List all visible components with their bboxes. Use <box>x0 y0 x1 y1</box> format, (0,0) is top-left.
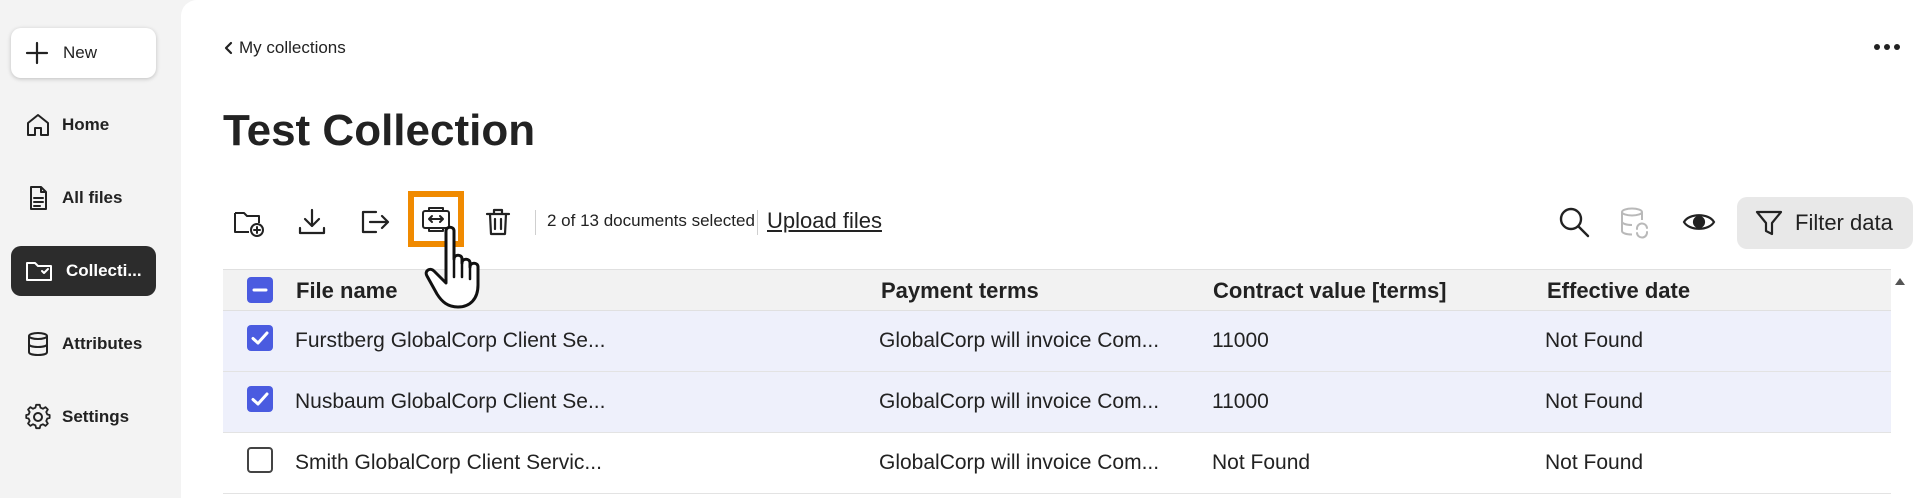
search-button[interactable] <box>1554 200 1594 244</box>
column-header-payment-terms[interactable]: Payment terms <box>881 278 1039 304</box>
column-header-contract-value[interactable]: Contract value [terms] <box>1213 278 1447 304</box>
compare-button[interactable] <box>408 191 464 247</box>
sidebar-item-label: Collecti... <box>66 261 142 280</box>
cell-file-name[interactable]: Furstberg GlobalCorp Client Se... <box>295 329 605 353</box>
toolbar-divider <box>757 210 758 235</box>
cell-effective-date: Not Found <box>1545 451 1644 474</box>
trash-icon <box>483 206 513 238</box>
more-icon <box>1874 44 1900 50</box>
column-header-file-name[interactable]: File name <box>296 278 397 304</box>
cell-file-name[interactable]: Nusbaum GlobalCorp Client Se... <box>295 390 605 414</box>
file-icon <box>24 184 52 212</box>
checkmark-icon <box>251 331 269 345</box>
row-checkbox[interactable] <box>247 447 273 473</box>
cell-contract-value: Not Found <box>1212 451 1311 474</box>
table-header-row: File name Payment terms Contract value [… <box>223 269 1891 311</box>
delete-button[interactable] <box>478 200 518 244</box>
scroll-up-arrow-icon <box>1895 278 1905 285</box>
breadcrumb-label: My collections <box>239 38 346 57</box>
database-icon <box>24 330 52 358</box>
export-button[interactable] <box>355 200 395 244</box>
sidebar-item-label: Attributes <box>62 334 143 353</box>
table-scrollbar[interactable] <box>1891 269 1909 498</box>
sidebar-item-label: Settings <box>62 407 130 426</box>
breadcrumb-my-collections[interactable]: My collections <box>223 38 346 58</box>
cell-payment-terms: GlobalCorp will invoice Com... <box>879 390 1160 413</box>
filter-icon <box>1755 209 1783 237</box>
sidebar: New Home All files Collecti... Attribute… <box>0 0 180 498</box>
sidebar-item-home[interactable]: Home <box>11 100 156 150</box>
select-all-checkbox[interactable] <box>247 277 273 303</box>
sidebar-item-collections[interactable]: Collecti... <box>11 246 156 296</box>
export-icon <box>358 206 392 238</box>
cell-effective-date: Not Found <box>1545 390 1644 413</box>
selection-count: 2 of 13 documents selected <box>547 211 755 230</box>
view-toggle-button[interactable] <box>1679 200 1719 244</box>
search-icon <box>1557 205 1591 239</box>
gear-icon <box>24 403 52 431</box>
new-button[interactable]: New <box>11 28 156 78</box>
folder-add-icon <box>232 206 266 238</box>
row-checkbox[interactable] <box>247 386 273 412</box>
cell-payment-terms: GlobalCorp will invoice Com... <box>879 329 1160 352</box>
cell-file-name[interactable]: Smith GlobalCorp Client Servic... <box>295 451 602 475</box>
add-to-folder-button[interactable] <box>229 200 269 244</box>
page-title: Test Collection <box>223 106 536 155</box>
more-options-button[interactable] <box>1869 36 1905 58</box>
checkmark-icon <box>251 392 269 406</box>
table-row[interactable]: Smith GlobalCorp Client Servic... Global… <box>223 433 1891 494</box>
plus-icon <box>25 41 49 65</box>
sidebar-item-all-files[interactable]: All files <box>11 173 156 223</box>
upload-files-link[interactable]: Upload files <box>767 208 882 234</box>
sidebar-item-label: Home <box>62 115 110 134</box>
main-panel: My collections Test Collection 2 of 13 d… <box>181 0 1920 498</box>
new-button-label: New <box>63 43 98 62</box>
sidebar-item-attributes[interactable]: Attributes <box>11 319 156 369</box>
eye-icon <box>1682 210 1716 234</box>
home-icon <box>24 111 52 139</box>
filter-data-label: Filter data <box>1795 210 1893 235</box>
cell-contract-value: 11000 <box>1212 329 1269 352</box>
refresh-data-button <box>1615 200 1655 244</box>
minus-icon <box>252 288 268 292</box>
sidebar-item-settings[interactable]: Settings <box>11 392 156 442</box>
database-refresh-icon <box>1618 205 1652 239</box>
cell-effective-date: Not Found <box>1545 329 1644 352</box>
toolbar-divider <box>535 210 536 235</box>
chevron-left-icon <box>223 41 233 55</box>
cell-payment-terms: GlobalCorp will invoice Com... <box>879 451 1160 474</box>
collection-icon <box>24 257 56 285</box>
sidebar-item-label: All files <box>62 188 123 207</box>
cell-contract-value: 11000 <box>1212 390 1269 413</box>
filter-data-button[interactable]: Filter data <box>1737 197 1913 249</box>
compare-icon <box>420 204 452 234</box>
table-row[interactable]: Nusbaum GlobalCorp Client Se... GlobalCo… <box>223 372 1891 433</box>
download-button[interactable] <box>292 200 332 244</box>
column-header-effective-date[interactable]: Effective date <box>1547 278 1690 304</box>
row-checkbox[interactable] <box>247 325 273 351</box>
download-icon <box>296 206 328 238</box>
table-row[interactable]: Furstberg GlobalCorp Client Se... Global… <box>223 311 1891 372</box>
